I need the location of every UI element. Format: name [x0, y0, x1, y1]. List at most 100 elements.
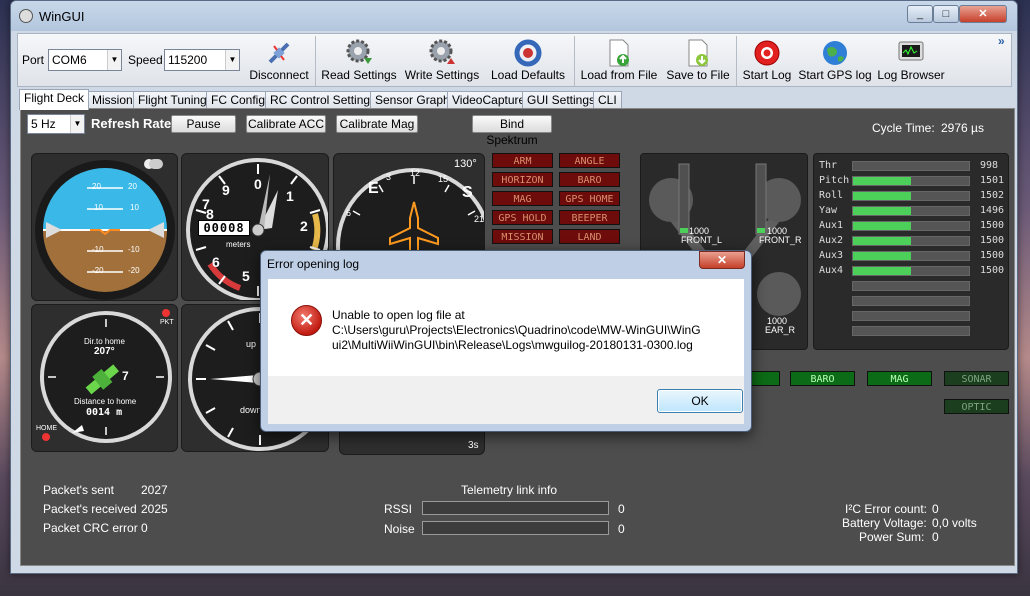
- rc-channel-bar: [852, 161, 970, 171]
- pitch-tick: 20: [92, 182, 101, 191]
- rc-channel-name: Thr: [819, 160, 838, 171]
- gear-read-icon: [346, 39, 372, 64]
- dialog-body: ✕ Unable to open log file at C:\Users\gu…: [268, 279, 744, 376]
- timer-value: 3s: [468, 440, 479, 451]
- rc-channel-fill: [853, 267, 911, 275]
- rc-channels-panel: Thr 998 Pitch 1501 Roll 1502 Yaw 1496 Aux1 1500 Au…: [813, 153, 1009, 350]
- calibrate-acc-button[interactable]: Calibrate ACC: [246, 115, 326, 133]
- pitch-tick: -20: [128, 266, 140, 275]
- rc-channel-value: 998: [980, 160, 999, 171]
- tab-rc-control-settings[interactable]: RC Control Settings: [265, 91, 382, 109]
- status-arm: ARM: [492, 153, 553, 168]
- start-gps-log-button[interactable]: Start GPS log: [798, 36, 872, 86]
- tab-mission[interactable]: Mission: [87, 91, 138, 109]
- rc-channel-value: 1502: [980, 190, 1005, 201]
- write-settings-button[interactable]: Write Settings: [402, 36, 482, 86]
- crc-error-value: 0: [141, 521, 148, 535]
- status-mission: MISSION: [492, 229, 553, 244]
- disconnect-button[interactable]: Disconnect: [246, 36, 312, 86]
- rc-channel-row: Pitch 1501: [814, 175, 1010, 187]
- gps-indicator: Dir.to home 207° 7 Distance to home 0014…: [31, 304, 178, 452]
- plug-icon: [268, 42, 290, 64]
- pitch-tick: -10: [92, 245, 104, 254]
- rc-channel-name: Yaw: [819, 205, 838, 216]
- distance-to-home-value: 0014 m: [86, 407, 123, 418]
- dialog-title: Error opening log: [267, 257, 360, 271]
- pkt-label: PKT: [160, 319, 174, 326]
- distance-to-home-label: Distance to home: [74, 397, 137, 406]
- tab-flight-tuning[interactable]: Flight Tuning: [133, 91, 212, 109]
- attitude-indicator: 20 10 -10 -20 20 10 -10 -20: [31, 153, 178, 301]
- rc-channel-bar: [852, 266, 970, 276]
- tab-sensor-graph[interactable]: Sensor Graph: [370, 91, 455, 109]
- rc-channel-fill: [853, 222, 911, 230]
- battery-voltage-label: Battery Voltage:: [842, 516, 927, 530]
- port-select[interactable]: COM6 ▼: [48, 49, 122, 71]
- alt-num: 8: [206, 206, 214, 222]
- load-defaults-button[interactable]: Load Defaults: [486, 36, 570, 86]
- tab-fc-config[interactable]: FC Config: [206, 91, 271, 109]
- toolbar-overflow-icon[interactable]: »: [998, 34, 1005, 48]
- dir-to-home-label: Dir.to home: [84, 337, 125, 346]
- bind-spektrum-button[interactable]: Bind Spektrum: [472, 115, 552, 147]
- start-log-button[interactable]: Start Log: [740, 36, 794, 86]
- tab-videocapture[interactable]: VideoCapture: [447, 91, 531, 109]
- rc-channel-row: Aux2 1500: [814, 235, 1010, 247]
- chevron-down-icon: ▼: [225, 50, 239, 70]
- save-to-file-button[interactable]: Save to File: [664, 36, 732, 86]
- speed-select[interactable]: 115200 ▼: [164, 49, 240, 71]
- minimize-button[interactable]: _: [907, 5, 933, 23]
- heading-value: 130°: [454, 158, 477, 170]
- message-line: C:\Users\guru\Projects\Electronics\Quadr…: [332, 323, 701, 337]
- close-button[interactable]: ✕: [959, 5, 1007, 23]
- noise-label: Noise: [384, 522, 415, 536]
- rc-channel-name: Aux2: [819, 235, 844, 246]
- vario-up-label: up: [246, 339, 257, 349]
- pitch-tick: -10: [128, 245, 140, 254]
- status-gps-hold: GPS HOLD: [492, 210, 553, 225]
- power-sum-label: Power Sum:: [859, 530, 925, 544]
- log-browser-button[interactable]: Log Browser: [876, 36, 946, 86]
- globe-icon: [823, 41, 847, 65]
- alt-num: 1: [286, 188, 294, 204]
- dialog-footer: OK: [268, 376, 744, 424]
- read-settings-button[interactable]: Read Settings: [319, 36, 399, 86]
- dialog-close-button[interactable]: ✕: [699, 251, 745, 269]
- message-line: ui2\MultiWiiWinGUI\bin\Release\Logs\mwgu…: [332, 338, 693, 352]
- error-dialog: Error opening log ✕ ✕ Unable to open log…: [260, 250, 752, 432]
- tab-cli[interactable]: CLI: [593, 91, 622, 109]
- rc-channel-name: Pitch: [819, 175, 850, 186]
- rc-channel-fill: [853, 177, 911, 185]
- rssi-bar: [422, 501, 609, 515]
- packets-received-label: Packet's received: [43, 502, 137, 516]
- refresh-rate-select[interactable]: 5 Hz ▼: [27, 114, 85, 134]
- rc-channel-value: 1501: [980, 175, 1005, 186]
- file-save-icon: [688, 39, 708, 67]
- alt-num: 2: [300, 218, 308, 234]
- ok-button[interactable]: OK: [657, 389, 743, 413]
- monitor-icon: [898, 41, 924, 61]
- rssi-label: RSSI: [384, 502, 413, 516]
- compass-num: 6: [346, 208, 352, 218]
- tab-flight-deck[interactable]: Flight Deck: [19, 89, 90, 110]
- satellite-count: 7: [122, 369, 129, 383]
- rc-channel-bar: [852, 176, 970, 186]
- rc-channel-fill: [853, 192, 911, 200]
- maximize-button[interactable]: □: [933, 5, 959, 23]
- status-land: LAND: [559, 229, 620, 244]
- compass-letter: E: [368, 180, 379, 197]
- tab-gui-settings[interactable]: GUI Settings: [522, 91, 601, 109]
- crc-error-label: Packet CRC error: [43, 521, 138, 535]
- rssi-value: 0: [618, 502, 625, 516]
- error-icon: ✕: [291, 305, 322, 336]
- refresh-rate-label: Refresh Rate: [91, 116, 172, 131]
- pause-button[interactable]: Pause: [171, 115, 236, 133]
- app-icon: [19, 9, 33, 23]
- noise-value: 0: [618, 522, 625, 536]
- compass-num: 21: [474, 214, 485, 224]
- rc-channel-bar: [852, 251, 970, 261]
- pitch-tick: 10: [130, 203, 139, 212]
- power-sum-value: 0: [932, 530, 939, 544]
- calibrate-mag-button[interactable]: Calibrate Mag: [336, 115, 418, 133]
- load-from-file-button[interactable]: Load from File: [578, 36, 660, 86]
